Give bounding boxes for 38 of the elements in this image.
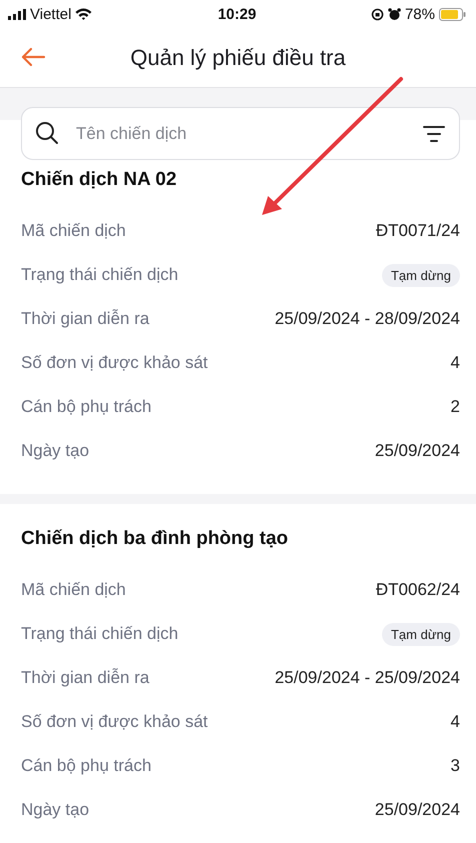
signal-icon: [8, 8, 26, 20]
carrier-name: Viettel: [30, 6, 72, 22]
page-title: Quản lý phiếu điều tra: [130, 44, 346, 70]
field-value: ĐT0062/24: [376, 580, 460, 600]
rotation-lock-icon: [370, 8, 384, 20]
field-value: 4: [450, 353, 460, 373]
wifi-icon: [75, 8, 92, 20]
field-label: Mã chiến dịch: [21, 221, 126, 241]
field-value: 25/09/2024 - 25/09/2024: [274, 668, 460, 688]
search-field[interactable]: Tên chiến dịch: [21, 107, 460, 160]
battery-percent: 78%: [404, 6, 435, 22]
field-label: Trạng thái chiến dịch: [21, 624, 178, 644]
campaign-title: Chiến dịch NA 02: [21, 168, 178, 192]
search-icon: [35, 121, 59, 145]
field-value: 2: [450, 397, 460, 417]
clock-time: 10:29: [218, 6, 256, 22]
field-label: Trạng thái chiến dịch: [21, 265, 178, 285]
field-label: Mã chiến dịch: [21, 580, 126, 600]
field-label: Số đơn vị được khảo sát: [21, 712, 208, 732]
field-value: 4: [450, 712, 460, 732]
field-label: Ngày tạo: [21, 441, 90, 461]
field-value: ĐT0071/24: [376, 221, 460, 241]
status-badge: Tạm dừng: [382, 264, 460, 286]
field-value: 25/09/2024: [374, 441, 460, 461]
field-value: 3: [450, 756, 460, 776]
field-label: Thời gian diễn ra: [21, 668, 150, 688]
campaign-title: Chiến dịch ba đình phòng tạo: [21, 527, 290, 551]
field-label: Số đơn vị được khảo sát: [21, 353, 208, 373]
alarm-icon: [388, 8, 401, 20]
field-label: Ngày tạo: [21, 800, 90, 820]
field-label: Thời gian diễn ra: [21, 309, 150, 329]
status-badge: Tạm dừng: [382, 622, 460, 646]
filter-icon[interactable]: [422, 125, 446, 143]
battery-icon: [439, 8, 466, 20]
field-value: 25/09/2024: [374, 800, 460, 820]
field-value: 25/09/2024 - 28/09/2024: [274, 309, 460, 329]
field-label: Cán bộ phụ trách: [21, 756, 152, 776]
field-label: Cán bộ phụ trách: [21, 397, 152, 417]
